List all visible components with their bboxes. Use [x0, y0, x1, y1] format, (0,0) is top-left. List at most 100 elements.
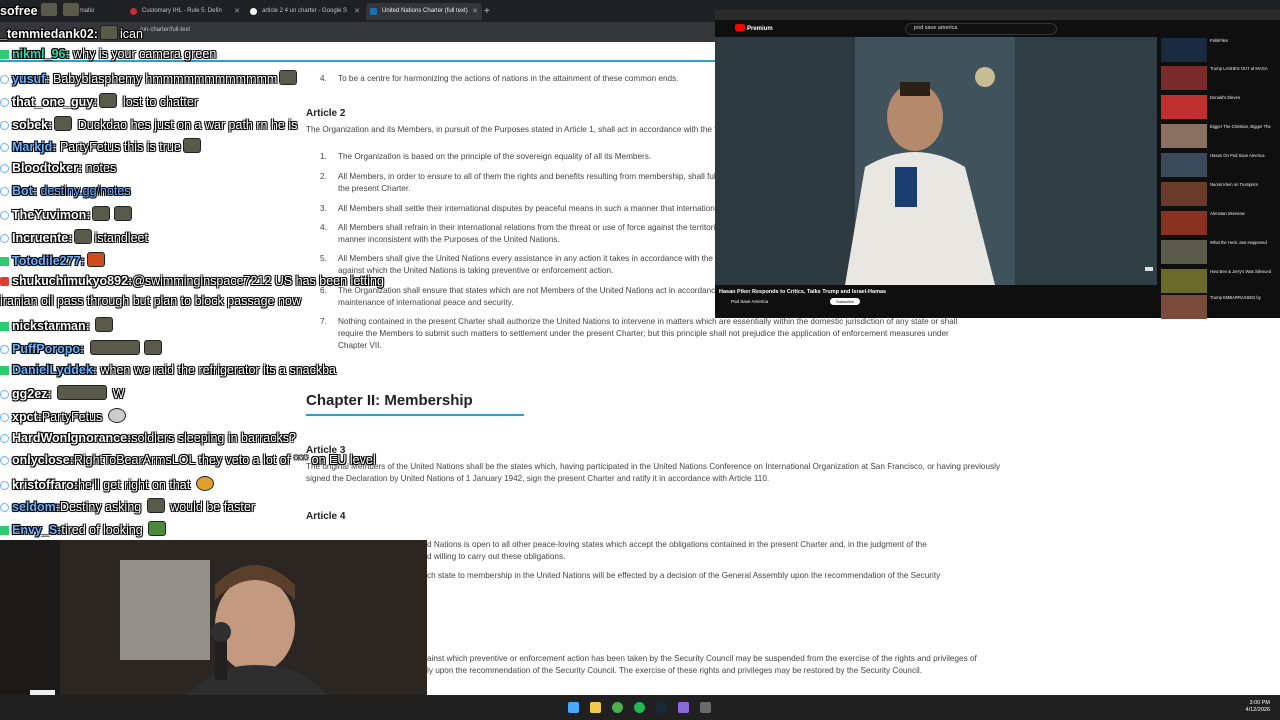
- clock-time: 3:00 PM: [1249, 700, 1270, 706]
- browser-tab[interactable]: Customary IHL - Rule 5. Defin ✕: [126, 3, 244, 20]
- video-thumbnail: [1161, 269, 1207, 293]
- tab-close-icon[interactable]: ✕: [472, 3, 478, 20]
- video-thumbnail: [1161, 153, 1207, 177]
- tab-close-icon[interactable]: ✕: [234, 3, 240, 20]
- recommended-title: Donald's Eleven: [1210, 95, 1241, 100]
- browser-tab[interactable]: ernatio: [60, 3, 124, 20]
- recommended-item[interactable]: Naomi Klein on Trumpism: [1161, 182, 1280, 207]
- list-item-continuation: Chapter VII.: [338, 341, 382, 350]
- video-thumbnail: [1161, 95, 1207, 119]
- article5-text-continuation: ly upon the recommendation of the Securi…: [427, 666, 922, 675]
- article4-text: d Nations is open to all other peace-lov…: [427, 540, 927, 549]
- recommended-title: Trump LASHES OUT at MAGA: [1210, 66, 1268, 71]
- recommended-item[interactable]: Hasan On Pod Save America: [1161, 153, 1280, 178]
- list-item: The Organization shall ensure that state…: [338, 286, 715, 295]
- tab-label: article 2 4 un charter - Google S: [262, 8, 348, 14]
- article3-text-continuation: signed the Declaration by United Nations…: [306, 474, 770, 483]
- google-icon: [250, 8, 257, 15]
- recommended-title: Trump EMBARRASSED by: [1210, 295, 1261, 300]
- list-number: 1.: [320, 152, 327, 161]
- video-thumbnail: [1161, 124, 1207, 148]
- article3-heading: Article 3: [306, 445, 346, 456]
- list-item-continuation: the present Charter.: [338, 184, 411, 193]
- list-number: 5.: [320, 254, 327, 263]
- spotify-icon[interactable]: [634, 702, 645, 713]
- recommended-title: Hasan On Pod Save America: [1210, 153, 1265, 158]
- list-item: The Organization is based on the princip…: [338, 152, 652, 161]
- list-item: All Members shall settle their internati…: [338, 204, 715, 213]
- channel-name[interactable]: Pod Save America: [731, 299, 768, 304]
- recommended-title: What the Heck Just Happened: [1210, 240, 1267, 245]
- url-text[interactable]: /un-charter/full-text: [140, 27, 190, 33]
- tab-close-icon[interactable]: ✕: [354, 3, 360, 20]
- list-number: 4.: [320, 74, 327, 83]
- recommended-title: Bigger The Christian, Bigger The: [1210, 124, 1271, 129]
- list-number: 4.: [320, 223, 327, 232]
- windows-start-icon[interactable]: [568, 702, 579, 713]
- article3-text: The original Members of the United Natio…: [306, 462, 1001, 471]
- clock-date: 4/12/2026: [1245, 707, 1270, 713]
- yt-browser-tab-bar: [715, 0, 1280, 10]
- video-thumbnail: [1161, 211, 1207, 235]
- yt-search-query: pod save america: [914, 25, 958, 31]
- subscribe-button[interactable]: Subscribe: [830, 298, 860, 305]
- video-thumbnail: [1161, 240, 1207, 264]
- yt-search-input[interactable]: pod save america: [905, 23, 1057, 35]
- address-bar[interactable]: /un-charter/full-text: [0, 22, 715, 42]
- recommended-list: PolitiFiles Trump LASHES OUT at MAGA Don…: [1161, 37, 1280, 320]
- video-thumbnail: [1161, 38, 1207, 62]
- yt-brand-label: Premium: [747, 26, 773, 32]
- youtube-panel: Premium pod save america Hasan Piker Res…: [715, 0, 1280, 320]
- app-icon[interactable]: [700, 702, 711, 713]
- recommended-item[interactable]: Trump LASHES OUT at MAGA: [1161, 66, 1280, 91]
- list-item: All Members shall refrain in their inter…: [338, 223, 715, 232]
- app-icon[interactable]: [678, 702, 689, 713]
- video-frame: [715, 37, 1157, 285]
- tab-favicon-icon: [130, 8, 137, 15]
- recommended-item[interactable]: What the Heck Just Happened: [1161, 240, 1280, 265]
- recommended-item[interactable]: Bigger The Christian, Bigger The: [1161, 124, 1280, 149]
- article2-heading: Article 2: [306, 108, 346, 119]
- recommended-item[interactable]: How Ben & Jerry's Was Silenced: [1161, 269, 1280, 294]
- list-item-continuation: against which the United Nations is taki…: [338, 266, 614, 275]
- article4-heading: Article 4: [306, 511, 346, 522]
- webcam-frame: [0, 540, 427, 720]
- browser-tab[interactable]: article 2 4 un charter - Google S ✕: [246, 3, 364, 20]
- yt-header: Premium pod save america: [715, 20, 1280, 37]
- steam-icon[interactable]: [656, 702, 667, 713]
- recommended-title: Ahmetan Interview: [1210, 211, 1245, 216]
- recommended-title: PolitiFiles: [1210, 38, 1228, 43]
- chrome-icon[interactable]: [612, 702, 623, 713]
- chapter-underline: [306, 414, 524, 416]
- list-number: 2.: [320, 172, 327, 181]
- system-clock[interactable]: 3:00 PM 4/12/2026: [1246, 700, 1270, 714]
- article2-intro: The Organization and its Members, in pur…: [306, 125, 716, 134]
- article1-item4: To be a centre for harmonizing the actio…: [338, 74, 679, 83]
- recommended-title: How Ben & Jerry's Was Silenced: [1210, 269, 1271, 274]
- yt-address-bar[interactable]: [715, 10, 1280, 20]
- youtube-logo[interactable]: Premium: [735, 24, 773, 32]
- tab-favicon-icon: [64, 8, 71, 15]
- tab-label: Customary IHL - Rule 5. Defin: [142, 8, 222, 14]
- file-explorer-icon[interactable]: [590, 702, 601, 713]
- list-item-continuation: require the Members to submit such matte…: [338, 329, 949, 338]
- list-item-continuation: maintenance of international peace and s…: [338, 298, 514, 307]
- list-item-continuation: manner inconsistent with the Purposes of…: [338, 235, 560, 244]
- new-tab-button[interactable]: +: [484, 3, 490, 20]
- top-accent-line: [0, 60, 715, 62]
- video-player[interactable]: [715, 37, 1157, 285]
- recommended-item[interactable]: PolitiFiles: [1161, 38, 1280, 63]
- recommended-item[interactable]: Trump EMBARRASSED by: [1161, 295, 1280, 320]
- browser-tab-bar: ernatio Customary IHL - Rule 5. Defin ✕ a…: [0, 0, 715, 22]
- browser-tab-active[interactable]: United Nations Charter (full text) ✕: [366, 3, 482, 20]
- recommended-item[interactable]: Ahmetan Interview: [1161, 211, 1280, 236]
- article5-text: ainst which preventive or enforcement ac…: [427, 654, 977, 663]
- chapter-title: Chapter II: Membership: [306, 392, 473, 409]
- tab-favicon-icon: [370, 8, 377, 15]
- recommended-item[interactable]: Donald's Eleven: [1161, 95, 1280, 120]
- video-title: Hasan Piker Responds to Critics, Talks T…: [719, 289, 887, 295]
- article4-text-continuation: ch state to membership in the United Nat…: [427, 571, 941, 580]
- video-thumbnail: [1161, 182, 1207, 206]
- list-number: 3.: [320, 204, 327, 213]
- list-number: 7.: [320, 317, 327, 326]
